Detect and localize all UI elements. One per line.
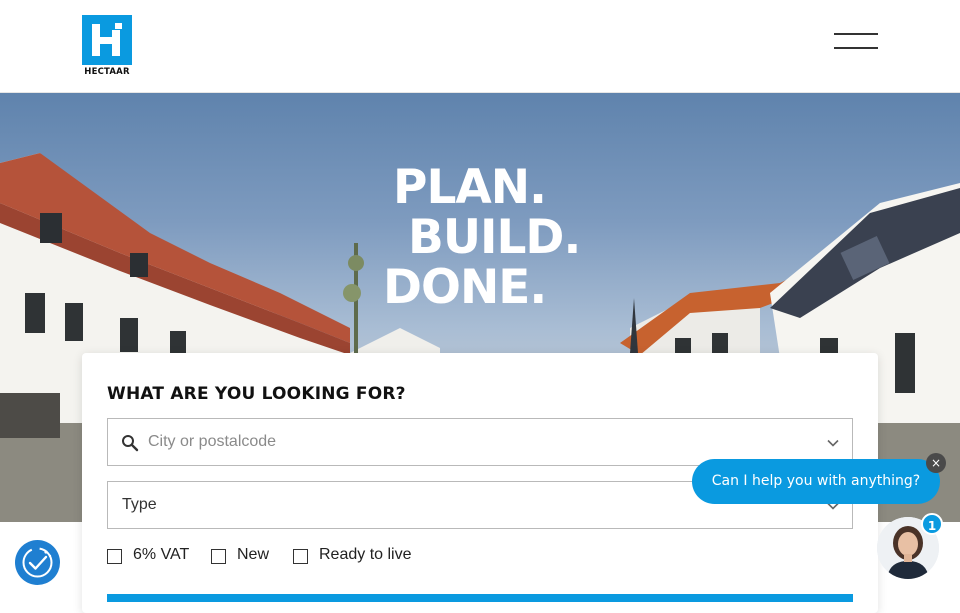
chevron-down-icon[interactable] <box>826 436 840 450</box>
hero-headline: PLAN. BUILD. DONE. <box>383 160 581 315</box>
vat-checkbox-label: 6% VAT <box>133 546 190 563</box>
hamburger-icon <box>834 47 878 49</box>
new-checkbox-label: New <box>237 546 270 563</box>
menu-button[interactable] <box>834 33 878 51</box>
city-search-input[interactable]: City or postalcode <box>148 433 276 451</box>
chat-close-button[interactable]: × <box>926 453 946 473</box>
search-title: WHAT ARE YOU LOOKING FOR? <box>107 384 406 404</box>
unread-badge: 1 <box>921 513 943 535</box>
search-icon <box>122 435 139 452</box>
logo-text: HECTAAR <box>84 67 130 77</box>
logo-mark-icon <box>82 15 132 65</box>
headline-line-plan: PLAN. <box>393 160 547 215</box>
checkbox-box[interactable] <box>293 549 308 564</box>
chat-prompt-bubble[interactable]: Can I help you with anything? <box>692 459 940 504</box>
cookie-check-icon <box>22 547 53 578</box>
ready-to-live-checkbox-label: Ready to live <box>319 546 412 563</box>
cookie-settings-button[interactable] <box>15 540 60 585</box>
hamburger-icon <box>834 33 878 35</box>
type-select-label: Type <box>122 496 157 513</box>
headline-line-build: BUILD. <box>408 210 581 265</box>
checkbox-box[interactable] <box>107 549 122 564</box>
search-submit-button[interactable] <box>107 594 853 602</box>
headline-line-done: DONE. <box>383 260 547 315</box>
checkbox-box[interactable] <box>211 549 226 564</box>
site-header: HECTAAR <box>0 0 960 93</box>
hectaar-logo[interactable]: HECTAAR <box>82 15 132 77</box>
